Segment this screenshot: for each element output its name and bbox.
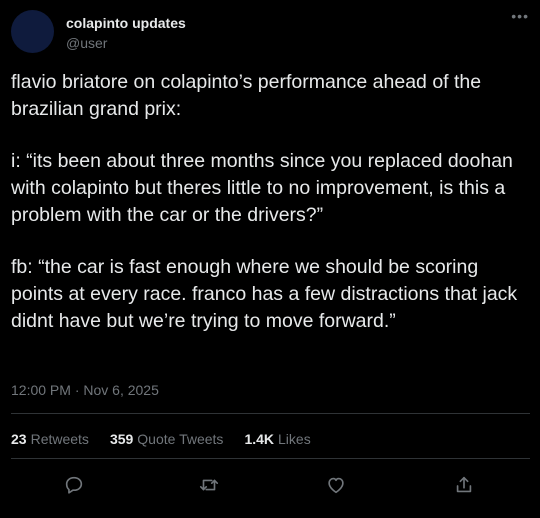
retweet-icon[interactable] [198, 474, 220, 496]
likes-stat[interactable]: 1.4K Likes [244, 431, 310, 447]
author-name[interactable]: colapinto updates [66, 15, 186, 31]
tweet-paragraph: i: “its been about three months since yo… [11, 150, 513, 226]
action-bar [0, 474, 540, 498]
divider [11, 413, 530, 414]
divider [11, 458, 530, 459]
likes-label: Likes [278, 431, 311, 447]
reply-icon[interactable] [63, 474, 85, 496]
tweet-stats: 23 Retweets 359 Quote Tweets 1.4K Likes [11, 431, 332, 447]
tweet-paragraph: flavio briatore on colapinto’s performan… [11, 71, 482, 120]
more-horizontal-icon[interactable]: ••• [511, 8, 529, 24]
tweet-timestamp[interactable]: 12:00 PM · Nov 6, 2025 [11, 382, 159, 398]
likes-count: 1.4K [244, 431, 275, 447]
retweets-label: Retweets [30, 431, 89, 447]
tweet-card: colapinto updates @user ••• flavio briat… [0, 0, 540, 518]
quotes-stat[interactable]: 359 Quote Tweets [110, 431, 224, 447]
like-icon[interactable] [325, 474, 347, 496]
quotes-label: Quote Tweets [137, 431, 224, 447]
quotes-count: 359 [109, 431, 134, 447]
author-handle[interactable]: @user [66, 35, 107, 51]
avatar[interactable] [11, 10, 54, 53]
tweet-text: flavio briatore on colapinto’s performan… [11, 69, 533, 360]
retweets-count: 23 [11, 431, 27, 447]
share-icon[interactable] [453, 474, 475, 496]
tweet-paragraph: fb: “the car is fast enough where we sho… [11, 256, 518, 332]
retweets-stat[interactable]: 23 Retweets [11, 431, 89, 447]
